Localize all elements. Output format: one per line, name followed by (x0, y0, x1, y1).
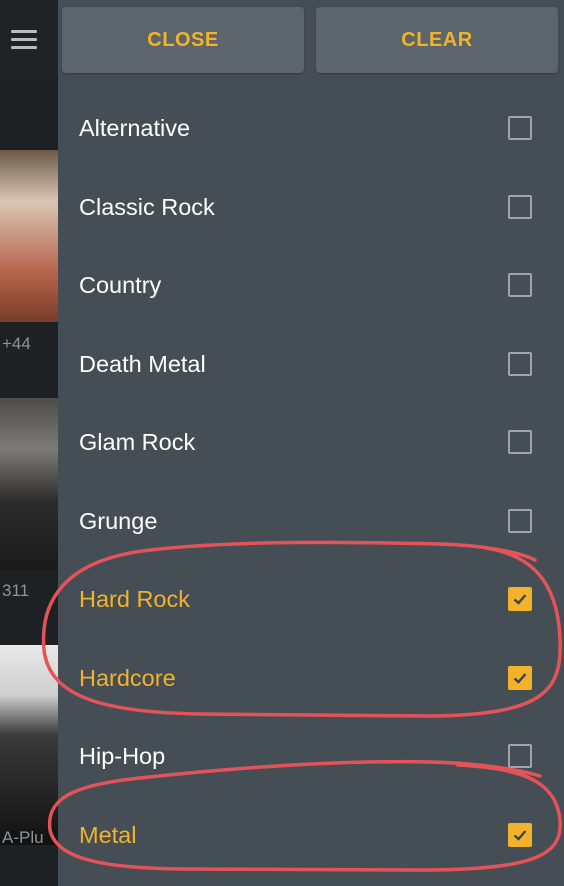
genre-list: Alternative Classic Rock Country Death M… (58, 89, 564, 874)
genre-row-death-metal[interactable]: Death Metal (58, 325, 564, 404)
genre-row-glam-rock[interactable]: Glam Rock (58, 403, 564, 482)
genre-label: Hip-Hop (79, 743, 166, 769)
genre-label: Hard Rock (79, 586, 191, 612)
clear-button[interactable]: CLEAR (316, 7, 558, 73)
app-toolbar (0, 0, 58, 78)
genre-label: Death Metal (79, 350, 206, 377)
checkbox-icon[interactable] (508, 665, 532, 690)
genre-row-metal[interactable]: Metal (58, 796, 564, 875)
background-app: +44 311 A-Plu (0, 0, 58, 886)
artist-thumbnail[interactable] (0, 150, 58, 322)
genre-row-country[interactable]: Country (58, 246, 564, 325)
artist-thumbnail[interactable] (0, 645, 58, 845)
close-button[interactable]: CLOSE (62, 7, 304, 73)
checkbox-icon[interactable] (508, 822, 532, 847)
genre-row-classic-rock[interactable]: Classic Rock (58, 168, 564, 247)
checkbox-icon[interactable] (508, 587, 532, 611)
menu-icon[interactable] (11, 30, 37, 50)
artist-caption: +44 (2, 334, 31, 353)
checkbox-icon[interactable] (508, 744, 532, 768)
checkbox-icon[interactable] (508, 508, 532, 533)
artist-caption: A-Plu (2, 828, 44, 847)
artist-caption: 311 (2, 581, 30, 600)
checkmark-icon (513, 594, 527, 605)
checkbox-icon[interactable] (508, 430, 532, 454)
checkmark-icon (513, 829, 527, 841)
genre-row-hip-hop[interactable]: Hip-Hop (58, 717, 564, 796)
genre-row-grunge[interactable]: Grunge (58, 482, 564, 561)
genre-label: Glam Rock (79, 429, 196, 455)
genre-label: Hardcore (79, 664, 176, 691)
artist-thumbnail[interactable] (0, 398, 58, 570)
genre-row-hard-rock[interactable]: Hard Rock (58, 560, 564, 639)
genre-label: Alternative (79, 115, 191, 141)
genre-filter-panel: CLOSE CLEAR Alternative Classic Rock Cou… (58, 0, 564, 886)
checkbox-icon[interactable] (508, 273, 532, 297)
genre-row-alternative[interactable]: Alternative (58, 89, 564, 168)
genre-label: Grunge (79, 507, 158, 534)
checkbox-icon[interactable] (508, 116, 532, 140)
checkbox-icon[interactable] (508, 351, 532, 376)
genre-label: Classic Rock (79, 193, 215, 220)
genre-label: Metal (79, 821, 137, 848)
genre-row-hardcore[interactable]: Hardcore (58, 639, 564, 718)
genre-label: Country (79, 272, 162, 298)
checkbox-icon[interactable] (508, 194, 532, 219)
checkmark-icon (513, 672, 527, 684)
